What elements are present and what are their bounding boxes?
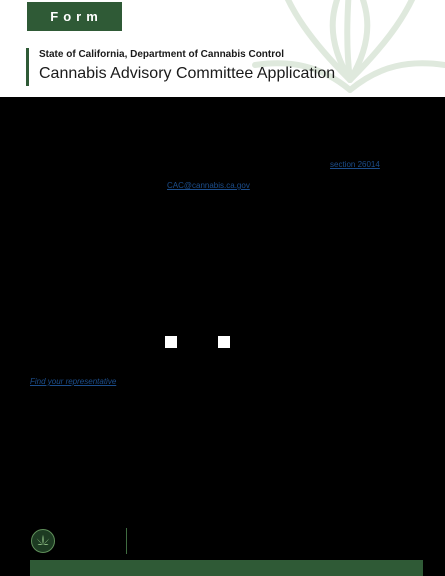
- title-accent-bar: [26, 48, 29, 86]
- footer-bar: [30, 560, 423, 576]
- page-title: Cannabis Advisory Committee Application: [39, 65, 336, 82]
- checkbox-yes[interactable]: [165, 336, 177, 348]
- form-header: Form State of California, Department of …: [0, 0, 445, 97]
- section-link[interactable]: section 26014: [330, 160, 380, 169]
- cannabis-seal-icon: [31, 529, 55, 553]
- agency-name: State of California, Department of Canna…: [39, 49, 285, 60]
- email-link[interactable]: CAC@cannabis.ca.gov: [167, 181, 250, 190]
- checkbox-no[interactable]: [218, 336, 230, 348]
- form-tab: Form: [27, 2, 122, 31]
- footer-divider: [126, 528, 127, 554]
- find-representative-link[interactable]: Find your representative: [30, 377, 116, 386]
